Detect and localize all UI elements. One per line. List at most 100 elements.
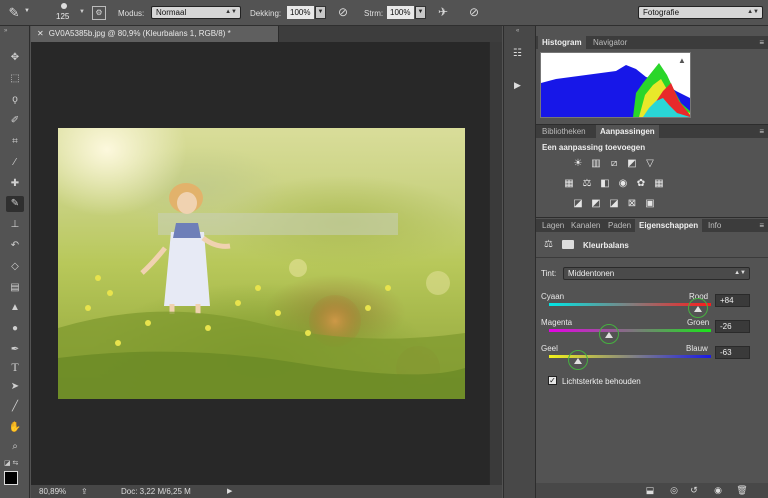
stamp-icon[interactable]: ⊥ bbox=[6, 217, 24, 233]
healing-icon[interactable]: ✚ bbox=[6, 176, 24, 192]
photo-image[interactable] bbox=[58, 128, 465, 399]
magenta-groen-value[interactable]: -26 bbox=[715, 320, 750, 333]
tab-aanpassingen[interactable]: Aanpassingen bbox=[596, 125, 659, 138]
vibrance-icon[interactable]: ▽ bbox=[644, 158, 656, 169]
magenta-groen-ring bbox=[598, 324, 619, 344]
invert-icon[interactable]: ◪ bbox=[572, 198, 584, 209]
lasso-icon[interactable]: ϙ bbox=[6, 92, 24, 108]
preserve-luminosity-label: Lichtsterkte behouden bbox=[562, 377, 641, 386]
mask-icon[interactable] bbox=[562, 240, 574, 249]
foreground-color-swatch[interactable] bbox=[4, 471, 18, 485]
gradient-map-icon[interactable]: ⊠ bbox=[626, 198, 638, 209]
path-select-icon[interactable]: ➤ bbox=[6, 379, 24, 395]
crop-icon[interactable]: ⌗ bbox=[6, 134, 24, 150]
clip-to-layer-icon[interactable]: ⬓ bbox=[644, 485, 656, 496]
gradient-icon[interactable]: ▤ bbox=[6, 280, 24, 296]
hue-saturation-icon[interactable]: ▦ bbox=[563, 178, 575, 189]
adjustments-panel: Bibliotheken Aanpassingen ≡ Een aanpassi… bbox=[536, 125, 768, 218]
tint-select[interactable]: Middentonen ▲▼ bbox=[563, 267, 750, 280]
panel-menu-icon[interactable]: ≡ bbox=[759, 38, 764, 47]
tab-lagen[interactable]: Lagen bbox=[538, 219, 568, 232]
cyaan-rood-track[interactable] bbox=[549, 303, 711, 306]
dodge-icon[interactable]: ● bbox=[6, 321, 24, 337]
modus-select[interactable]: Normaal ▲▼ bbox=[151, 6, 241, 19]
tab-eigenschappen[interactable]: Eigenschappen bbox=[635, 219, 703, 232]
photo-filter-icon[interactable]: ◉ bbox=[617, 178, 629, 189]
modus-label: Modus: bbox=[118, 9, 145, 18]
tab-paden[interactable]: Paden bbox=[604, 219, 635, 232]
color-balance-icon[interactable]: ⚖ bbox=[581, 178, 593, 189]
black-white-icon[interactable]: ◧ bbox=[599, 178, 611, 189]
marquee-icon[interactable]: ⬚ bbox=[6, 71, 24, 87]
view-previous-icon[interactable]: ◎ bbox=[668, 485, 680, 496]
dekking-dropdown[interactable]: ▼ bbox=[315, 6, 326, 19]
line-icon[interactable]: ╱ bbox=[6, 399, 24, 415]
select-arrows-icon: ▲▼ bbox=[225, 9, 237, 15]
selective-color-icon[interactable]: ▣ bbox=[644, 198, 656, 209]
brightness-contrast-icon[interactable]: ☀ bbox=[572, 158, 584, 169]
histogram-panel: Histogram Navigator ≡ ▲ bbox=[536, 36, 768, 125]
color-lookup-icon[interactable]: ▦ bbox=[653, 178, 665, 189]
panel-menu-icon[interactable]: ≡ bbox=[759, 221, 764, 230]
actions-panel-icon[interactable]: ▶ bbox=[514, 80, 521, 91]
pressure-opacity-icon[interactable]: ⊘ bbox=[335, 5, 351, 19]
trash-icon[interactable]: 🗑 bbox=[736, 485, 748, 496]
pressure-size-icon[interactable]: ⊘ bbox=[466, 5, 482, 19]
warning-icon[interactable]: ▲ bbox=[678, 56, 686, 65]
collapse-icon[interactable]: « bbox=[516, 28, 519, 34]
tab-kanalen[interactable]: Kanalen bbox=[567, 219, 604, 232]
color-balance-icon: ⚖ bbox=[544, 239, 553, 250]
collapse-icon[interactable]: » bbox=[4, 28, 7, 34]
geel-blauw-value[interactable]: -63 bbox=[715, 346, 750, 359]
magenta-groen-track[interactable] bbox=[549, 329, 711, 332]
history-panel-icon[interactable]: ☷ bbox=[513, 48, 522, 59]
panel-menu-icon[interactable]: ≡ bbox=[759, 127, 764, 136]
vertical-scrollbar[interactable] bbox=[489, 42, 502, 485]
dekking-field[interactable]: 100% bbox=[287, 6, 314, 19]
select-arrows-icon: ▲▼ bbox=[734, 270, 746, 276]
blur-icon[interactable]: ▲ bbox=[6, 300, 24, 316]
type-icon[interactable]: T bbox=[6, 359, 24, 375]
tab-bibliotheken[interactable]: Bibliotheken bbox=[538, 125, 590, 138]
share-icon[interactable]: ⇪ bbox=[81, 485, 88, 498]
close-icon[interactable]: ✕ bbox=[37, 29, 44, 38]
chevron-down-icon[interactable]: ▼ bbox=[24, 8, 30, 14]
workspace-value: Fotografie bbox=[643, 8, 680, 17]
reset-icon[interactable]: ↺ bbox=[688, 485, 700, 496]
visibility-icon[interactable]: ◉ bbox=[712, 485, 724, 496]
quick-select-icon[interactable]: ✐ bbox=[6, 113, 24, 129]
brush-icon[interactable]: ✎ bbox=[6, 196, 24, 212]
preserve-luminosity-checkbox[interactable]: ✓ bbox=[548, 376, 557, 385]
zoom-readout[interactable]: 80,89% bbox=[39, 485, 66, 498]
document-tab[interactable]: ✕ GV0A5385b.jpg @ 80,9% (Kleurbalans 1, R… bbox=[31, 26, 279, 42]
eyedropper-icon[interactable]: ⁄ bbox=[6, 155, 24, 171]
levels-icon[interactable]: ▥ bbox=[590, 158, 602, 169]
threshold-icon[interactable]: ◪ bbox=[608, 198, 620, 209]
workspace-select[interactable]: Fotografie ▲▼ bbox=[638, 6, 763, 19]
cyaan-rood-ring bbox=[688, 298, 709, 318]
curves-icon[interactable]: ⧄ bbox=[608, 158, 620, 169]
channel-mixer-icon[interactable]: ✿ bbox=[635, 178, 647, 189]
posterize-icon[interactable]: ◩ bbox=[590, 198, 602, 209]
tab-info[interactable]: Info bbox=[704, 219, 725, 232]
strm-dropdown[interactable]: ▼ bbox=[415, 6, 426, 19]
history-brush-icon[interactable]: ↶ bbox=[6, 238, 24, 254]
move-icon[interactable]: ✥ bbox=[6, 50, 24, 66]
cyaan-rood-value[interactable]: +84 bbox=[715, 294, 750, 307]
tab-histogram[interactable]: Histogram bbox=[538, 36, 586, 49]
status-menu-icon[interactable]: ▶ bbox=[227, 485, 232, 498]
brush-panel-icon[interactable]: ⚙ bbox=[92, 6, 106, 20]
exposure-icon[interactable]: ◩ bbox=[626, 158, 638, 169]
histogram-graph bbox=[541, 63, 690, 117]
chevron-down-icon[interactable]: ▼ bbox=[79, 9, 85, 15]
hand-icon[interactable]: ✋ bbox=[6, 420, 24, 436]
default-colors-icon[interactable]: ◪ ⇆ bbox=[4, 459, 18, 467]
eraser-icon[interactable]: ◇ bbox=[6, 259, 24, 275]
tab-navigator[interactable]: Navigator bbox=[589, 36, 631, 49]
brush-preset-picker[interactable]: 125 bbox=[52, 3, 80, 23]
brush-tool-icon[interactable]: ✎ bbox=[4, 5, 24, 21]
zoom-icon[interactable]: ⌕ bbox=[6, 439, 24, 455]
airbrush-icon[interactable]: ✈ bbox=[435, 5, 451, 19]
strm-field[interactable]: 100% bbox=[387, 6, 414, 19]
pen-icon[interactable]: ✒ bbox=[6, 342, 24, 358]
